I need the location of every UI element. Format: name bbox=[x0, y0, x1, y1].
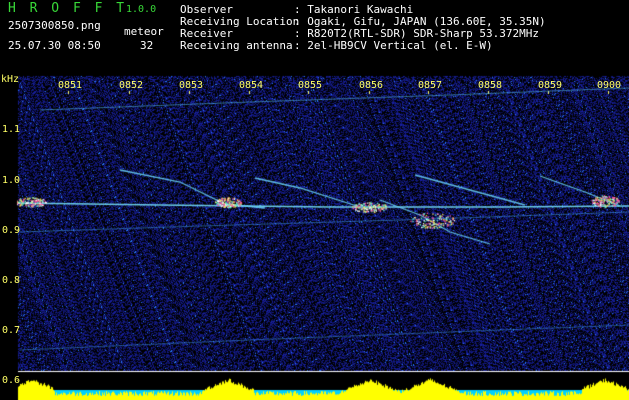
x-tick-0853: 0853 bbox=[179, 80, 204, 91]
x-tick-0859: 0859 bbox=[538, 80, 563, 91]
x-tick-0855: 0855 bbox=[298, 80, 323, 91]
x-tick-0856: 0856 bbox=[359, 80, 384, 91]
y-tick-0.9: 0.9 bbox=[2, 225, 21, 236]
y-tick-1.0: 1.0 bbox=[2, 175, 21, 186]
x-tick-0852: 0852 bbox=[119, 80, 144, 91]
y-tick-1.1: 1.1 bbox=[2, 124, 21, 135]
x-tick-0857: 0857 bbox=[418, 80, 443, 91]
file-datetime: 25.07.30 08:50 bbox=[8, 39, 101, 52]
app-version: 1.0.0 bbox=[126, 4, 157, 15]
y-axis-unit: kHz bbox=[1, 74, 20, 85]
info-label-antenna: Receiving antenna bbox=[180, 39, 293, 52]
x-tick-0858: 0858 bbox=[478, 80, 503, 91]
y-tick-0.6: 0.6 bbox=[2, 375, 21, 386]
app-name: H R O F F T bbox=[8, 1, 128, 16]
meteor-label: meteor bbox=[124, 25, 164, 38]
file-name: 2507300850.png bbox=[8, 19, 101, 32]
x-tick-0854: 0854 bbox=[239, 80, 264, 91]
header-panel: H R O F F T 1.0.0 2507300850.png 25.07.3… bbox=[0, 0, 629, 74]
y-tick-0.8: 0.8 bbox=[2, 275, 21, 286]
y-tick-0.7: 0.7 bbox=[2, 325, 21, 336]
meteor-count: 32 bbox=[140, 39, 154, 52]
info-value-antenna: : 2el-HB9CV Vertical (el. E-W) bbox=[294, 39, 493, 52]
x-tick-0900: 0900 bbox=[597, 80, 622, 91]
x-tick-0851: 0851 bbox=[58, 80, 83, 91]
